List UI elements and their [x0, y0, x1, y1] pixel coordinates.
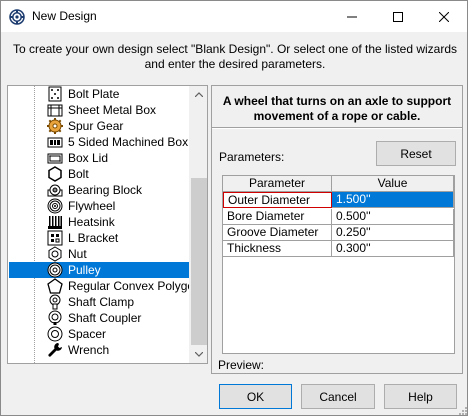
instruction-text: To create your own design select "Blank … — [12, 42, 458, 71]
wizard-item-heatsink[interactable]: Heatsink — [9, 214, 189, 230]
wizard-item-label: Heatsink — [68, 215, 115, 229]
preview-label: Preview: — [218, 358, 265, 372]
gear-app-icon — [9, 9, 25, 25]
maximize-button[interactable] — [375, 1, 421, 32]
maximize-icon — [393, 11, 403, 22]
param-name-cell[interactable]: Thickness — [223, 241, 332, 257]
wizard-item-label: Flywheel — [68, 199, 116, 213]
wrench-icon — [48, 343, 62, 357]
wizard-item-label: Bearing Block — [68, 183, 143, 197]
wizard-item-spur-gear[interactable]: Spur Gear — [9, 118, 189, 134]
wizard-item-label: Box Lid — [68, 151, 109, 165]
bolt-plate-icon — [48, 86, 62, 102]
grid-header-row: Parameter Value — [223, 176, 454, 192]
shaft-coupler-icon — [48, 310, 62, 325]
close-icon — [439, 11, 449, 22]
wizard-item-label: L Bracket — [68, 231, 119, 245]
wizard-item-l-bracket[interactable]: L Bracket — [9, 230, 189, 246]
grid-header-parameter[interactable]: Parameter — [223, 176, 332, 192]
description-divider — [212, 127, 462, 129]
title-bar[interactable]: New Design — [1, 1, 467, 32]
bearing-block-icon — [47, 184, 63, 197]
scroll-up-button[interactable] — [190, 86, 207, 103]
table-row[interactable]: Outer Diameter 1.500'' — [223, 192, 454, 208]
wizard-item-label: Nut — [68, 247, 87, 261]
table-row[interactable]: Groove Diameter 0.250'' — [223, 225, 454, 241]
table-row[interactable]: Thickness 0.300'' — [223, 241, 454, 257]
grid-header-value[interactable]: Value — [332, 176, 454, 192]
parameters-label: Parameters: — [219, 150, 285, 164]
wizard-item-pulley[interactable]: Pulley — [9, 262, 189, 278]
wizard-details-panel: A wheel that turns on an axle to support… — [211, 85, 463, 374]
table-row[interactable]: Bore Diameter 0.500'' — [223, 209, 454, 225]
wizard-item-regular-convex-polygon[interactable]: Regular Convex Polygon — [9, 278, 201, 294]
wizard-item-box-lid[interactable]: Box Lid — [9, 150, 189, 166]
parameters-grid[interactable]: Parameter Value Outer Diameter 1.500'' B… — [222, 175, 455, 354]
flywheel-icon — [47, 198, 63, 214]
heatsink-icon — [48, 216, 62, 229]
wizard-item-label: Pulley — [68, 263, 101, 277]
wizard-item-sheet-metal-box[interactable]: Sheet Metal Box — [9, 102, 189, 118]
param-name-cell[interactable]: Bore Diameter — [223, 209, 332, 225]
param-value-cell[interactable]: 1.500'' — [332, 192, 454, 208]
help-button[interactable]: Help — [384, 384, 457, 409]
wizard-item-wrench[interactable]: Wrench — [9, 342, 189, 358]
wizard-list[interactable]: Bolt Plate Sheet Metal Box Spur Gear 5 S… — [7, 85, 208, 364]
scroll-down-button[interactable] — [190, 346, 207, 363]
wizard-item-label: 5 Sided Machined Box — [68, 135, 189, 149]
box-lid-icon — [47, 153, 63, 164]
minimize-icon — [347, 16, 357, 17]
wizard-item-label: Bolt — [68, 167, 89, 181]
wizard-item-label: Spacer — [68, 327, 107, 341]
wizard-item-label: Regular Convex Polygon — [68, 279, 201, 293]
wizard-item-label: Sheet Metal Box — [68, 103, 157, 117]
cancel-button[interactable]: Cancel — [301, 384, 375, 409]
wizard-item-spacer[interactable]: Spacer — [9, 326, 189, 342]
wizard-item-label: Shaft Coupler — [68, 311, 142, 325]
wizard-item-shaft-clamp[interactable]: Shaft Clamp — [9, 294, 189, 310]
wizard-item-label: Bolt Plate — [68, 87, 120, 101]
param-value-cell[interactable]: 0.500'' — [332, 209, 454, 225]
wizard-item-label: Spur Gear — [68, 119, 124, 133]
close-button[interactable] — [421, 1, 467, 32]
param-value-cell[interactable]: 0.250'' — [332, 225, 454, 241]
ok-button[interactable]: OK — [219, 384, 292, 409]
wizard-item-bearing-block[interactable]: Bearing Block — [9, 182, 189, 198]
polygon-icon — [47, 278, 63, 294]
shaft-clamp-icon — [49, 294, 61, 310]
nut-icon — [48, 246, 62, 262]
wizard-description: A wheel that turns on an axle to support… — [222, 94, 452, 123]
param-name-cell[interactable]: Outer Diameter — [223, 192, 332, 208]
wizard-item-label: Wrench — [68, 343, 110, 357]
param-value-cell[interactable]: 0.300'' — [332, 241, 454, 257]
wizard-item-label: Shaft Clamp — [68, 295, 135, 309]
wizard-list-scrollbar[interactable] — [189, 86, 207, 363]
wizard-item-flywheel[interactable]: Flywheel — [9, 198, 189, 214]
wizard-item-5-sided-machined-box[interactable]: 5 Sided Machined Box — [9, 134, 189, 150]
scroll-thumb[interactable] — [191, 178, 207, 345]
pulley-icon — [47, 262, 63, 278]
spur-gear-icon — [47, 118, 63, 134]
l-bracket-icon — [47, 230, 63, 246]
new-design-dialog: New Design To create your own design sel… — [0, 0, 468, 416]
chevron-up-icon — [195, 92, 203, 97]
sheet-metal-box-icon — [47, 104, 63, 117]
chevron-down-icon — [195, 352, 203, 357]
minimize-button[interactable] — [329, 1, 375, 32]
wizard-item-bolt[interactable]: Bolt — [9, 166, 189, 182]
param-name-cell[interactable]: Groove Diameter — [223, 225, 332, 241]
machined-box-icon — [47, 137, 63, 148]
resize-grip-icon[interactable] — [457, 405, 467, 415]
wizard-item-nut[interactable]: Nut — [9, 246, 189, 262]
window-title: New Design — [32, 9, 97, 23]
bolt-icon — [48, 166, 62, 182]
spacer-icon — [47, 326, 63, 342]
wizard-item-shaft-coupler[interactable]: Shaft Coupler — [9, 310, 189, 326]
wizard-item-bolt-plate[interactable]: Bolt Plate — [9, 86, 189, 102]
reset-button[interactable]: Reset — [376, 141, 456, 166]
